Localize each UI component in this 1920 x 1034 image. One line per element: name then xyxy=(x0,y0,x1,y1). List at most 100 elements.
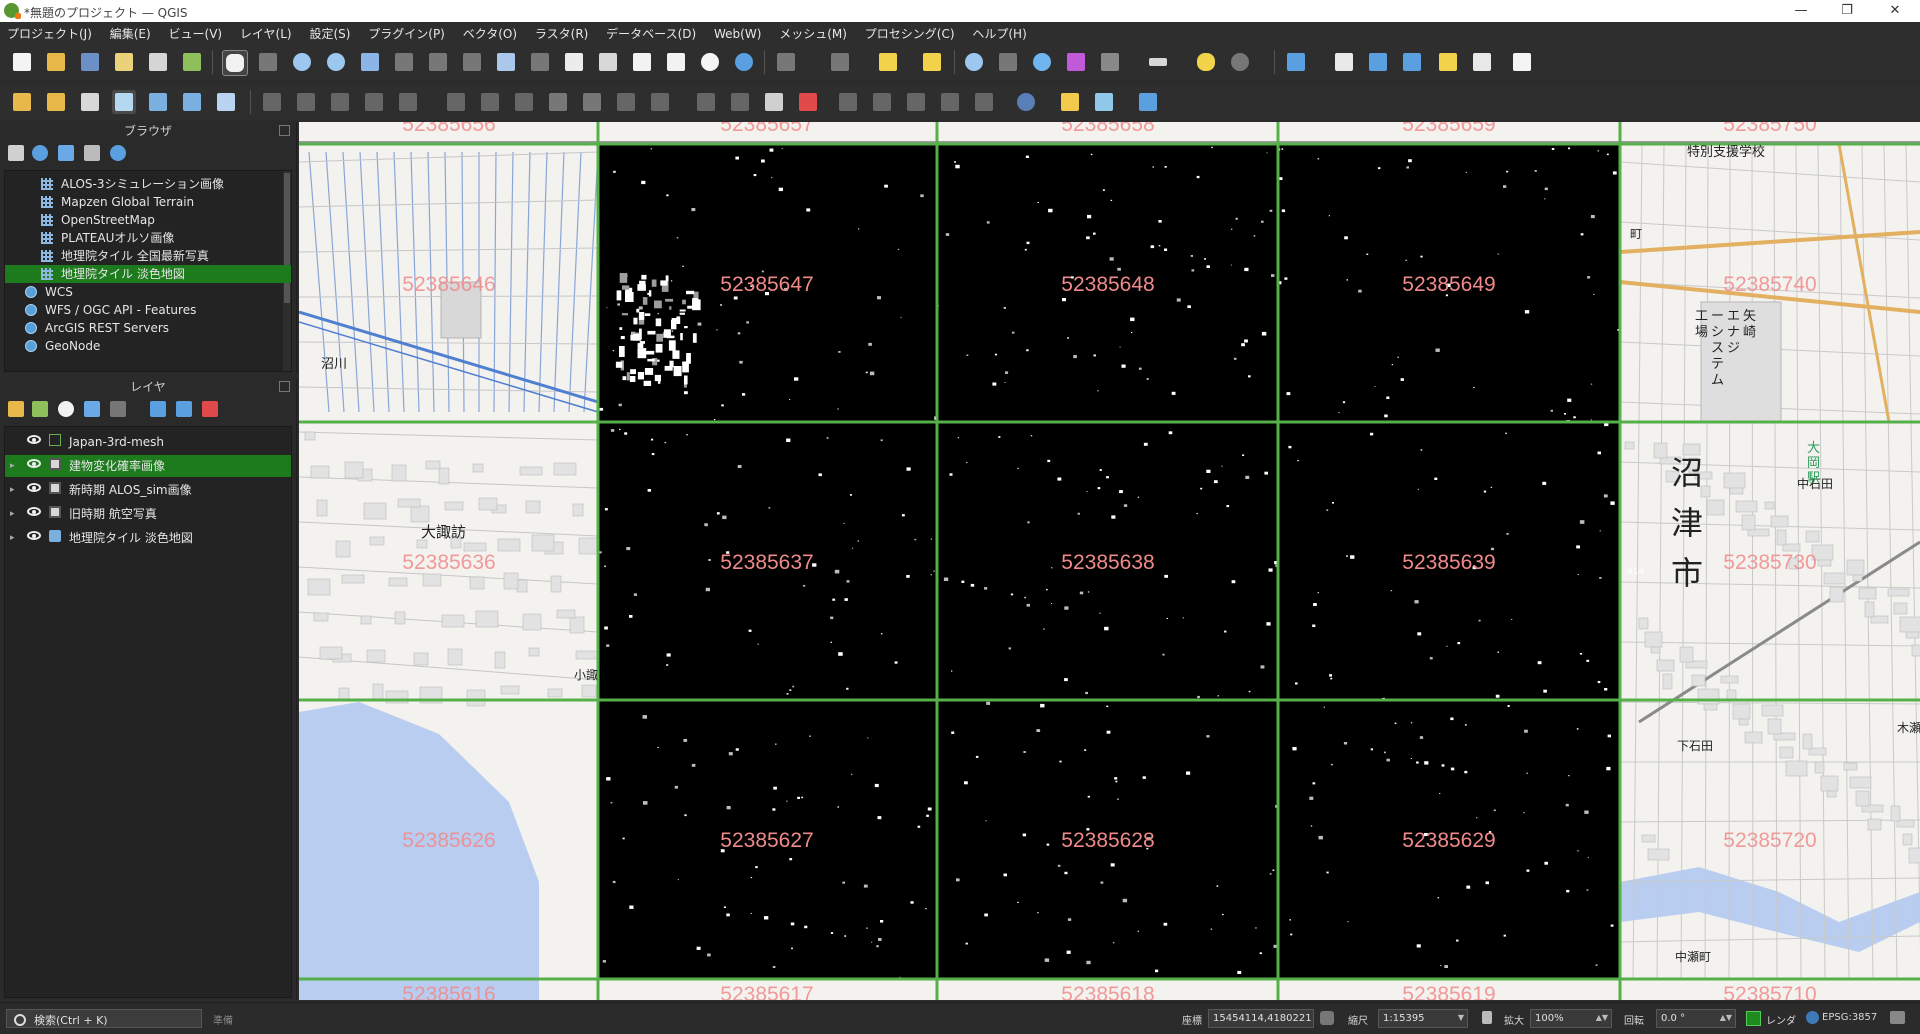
paste-features-icon[interactable] xyxy=(580,90,604,114)
pencil-icon[interactable] xyxy=(260,90,284,114)
label-properties-icon[interactable] xyxy=(938,90,962,114)
close-button[interactable]: ✕ xyxy=(1872,0,1918,22)
visibility-eye-icon[interactable] xyxy=(27,507,41,516)
browser-item[interactable]: ArcGIS REST Servers xyxy=(5,319,291,337)
menu-help[interactable]: ヘルプ(H) xyxy=(965,22,1033,45)
open-layer-styling-icon[interactable] xyxy=(8,401,24,417)
zoom-last-icon[interactable] xyxy=(494,50,518,74)
browser-item[interactable]: PLATEAUオルソ画像 xyxy=(5,229,291,247)
text-annotation-box-icon[interactable] xyxy=(1510,50,1534,74)
delete-selected-icon[interactable] xyxy=(478,90,502,114)
zoom-next-icon[interactable] xyxy=(528,50,552,74)
map-canvas[interactable]: 52385656 52385657 52385658 52385659 52385750… xyxy=(299,122,1920,1000)
new-project-icon[interactable] xyxy=(10,50,34,74)
menu-project[interactable]: プロジェクト(J) xyxy=(0,22,99,45)
visibility-eye-icon[interactable] xyxy=(27,483,41,492)
render-checkbox[interactable] xyxy=(1746,1011,1761,1026)
menu-mesh[interactable]: メッシュ(M) xyxy=(772,22,854,45)
bookmarks-manager-icon[interactable] xyxy=(664,50,688,74)
redo-icon[interactable] xyxy=(648,90,672,114)
bookmark-icon[interactable] xyxy=(630,50,654,74)
data-source-manager-icon[interactable] xyxy=(10,90,34,114)
pan-map-icon[interactable] xyxy=(222,50,248,76)
messages-icon[interactable] xyxy=(1890,1011,1905,1024)
magnifier-spinbox[interactable]: 100% ▲▼ xyxy=(1530,1009,1612,1028)
collapse-all-icon[interactable] xyxy=(176,401,192,417)
temporal-controller-icon[interactable] xyxy=(698,50,722,74)
rotation-spinbox[interactable]: 0.0 ° ▲▼ xyxy=(1656,1009,1736,1028)
copy-features-icon[interactable] xyxy=(546,90,570,114)
node-select-icon[interactable] xyxy=(1366,50,1390,74)
new-3d-map-icon[interactable] xyxy=(596,50,620,74)
label-rotate-icon[interactable] xyxy=(870,90,894,114)
expand-arrow-icon[interactable]: ▸ xyxy=(10,505,15,523)
add-layer-icon[interactable] xyxy=(44,90,68,114)
label-toolbar-icon[interactable] xyxy=(1284,50,1308,74)
browser-item[interactable]: ALOS-3シミュレーション画像 xyxy=(5,175,291,193)
add-feature-icon[interactable] xyxy=(362,90,386,114)
zoom-to-layer-icon[interactable] xyxy=(426,50,450,74)
browser-item[interactable]: OpenStreetMap xyxy=(5,211,291,229)
plugin-manager-icon[interactable] xyxy=(1014,90,1038,114)
layer-item[interactable]: ▸ 旧時期 航空写真 xyxy=(5,503,291,525)
zoom-native-icon[interactable] xyxy=(460,50,484,74)
expand-arrow-icon[interactable]: ▸ xyxy=(10,457,15,475)
info-icon[interactable] xyxy=(110,145,126,161)
visibility-eye-icon[interactable] xyxy=(27,435,41,444)
dock-float-icon[interactable] xyxy=(279,125,290,136)
visibility-eye-icon[interactable] xyxy=(27,531,41,540)
modify-attributes-icon[interactable] xyxy=(444,90,468,114)
label-change-icon[interactable] xyxy=(904,90,928,114)
menu-layer[interactable]: レイヤ(L) xyxy=(233,22,299,45)
pointer-select-icon[interactable] xyxy=(1332,50,1356,74)
style-manager-icon[interactable] xyxy=(180,50,204,74)
visibility-eye-icon[interactable] xyxy=(27,459,41,468)
menu-view[interactable]: ビュー(V) xyxy=(162,22,230,45)
crs-button[interactable]: EPSG:3857 xyxy=(1822,1012,1877,1023)
label-abc-icon[interactable] xyxy=(762,90,786,114)
browser-item[interactable]: WFS / OGC API - Features xyxy=(5,301,291,319)
select-by-value-icon[interactable] xyxy=(828,50,852,74)
zoom-in-icon[interactable] xyxy=(290,50,314,74)
browser-item[interactable]: GeoNode xyxy=(5,337,291,355)
browser-item[interactable]: Mapzen Global Terrain xyxy=(5,193,291,211)
identify-features-icon[interactable] xyxy=(962,50,986,74)
menu-database[interactable]: データベース(D) xyxy=(599,22,703,45)
statistics-sum-icon[interactable] xyxy=(1064,50,1088,74)
expand-all-icon[interactable] xyxy=(150,401,166,417)
raster-calculator-icon[interactable] xyxy=(180,90,204,114)
label-highlight-icon[interactable] xyxy=(796,90,820,114)
save-edits-icon[interactable] xyxy=(328,90,352,114)
menu-edit[interactable]: 編集(E) xyxy=(103,22,158,45)
menu-settings[interactable]: 設定(S) xyxy=(302,22,357,45)
dock-float-icon[interactable] xyxy=(279,381,290,392)
select-location-icon[interactable] xyxy=(920,50,944,74)
edit-toggle-icon[interactable] xyxy=(214,90,238,114)
menu-plugins[interactable]: プラグイン(P) xyxy=(361,22,452,45)
cut-features-icon[interactable] xyxy=(512,90,536,114)
text-annotation-icon[interactable] xyxy=(1470,50,1494,74)
layout-manager-icon[interactable] xyxy=(146,50,170,74)
crs-globe-icon[interactable] xyxy=(1806,1011,1819,1024)
spatial-bookmark-icon[interactable] xyxy=(1228,50,1252,74)
toggle-extents-icon[interactable] xyxy=(1320,1011,1334,1025)
menu-processing[interactable]: プロセシング(C) xyxy=(858,22,962,45)
expand-arrow-icon[interactable]: ▸ xyxy=(10,481,15,499)
collapse-all-icon[interactable] xyxy=(84,145,100,161)
layer-item[interactable]: Japan-3rd-mesh xyxy=(5,431,291,453)
label-move-icon[interactable] xyxy=(836,90,860,114)
new-print-layout-icon[interactable] xyxy=(112,50,136,74)
menu-vector[interactable]: ベクタ(O) xyxy=(456,22,524,45)
label-show-icon[interactable] xyxy=(728,90,752,114)
browser-item[interactable]: WCS xyxy=(5,283,291,301)
menu-web[interactable]: Web(W) xyxy=(707,24,768,44)
zoom-to-selection-icon[interactable] xyxy=(392,50,416,74)
lock-scale-icon[interactable] xyxy=(1482,1011,1492,1024)
map-tips-icon[interactable] xyxy=(1194,50,1218,74)
zoom-out-icon[interactable] xyxy=(324,50,348,74)
new-map-view-icon[interactable] xyxy=(562,50,586,74)
coordinate-field[interactable]: 15454114,4180221 xyxy=(1208,1009,1314,1028)
georeferencer-icon[interactable] xyxy=(1092,90,1116,114)
scale-dropdown[interactable]: 1:15395 ▼ xyxy=(1378,1009,1468,1028)
settings-gear-icon[interactable] xyxy=(1030,50,1054,74)
